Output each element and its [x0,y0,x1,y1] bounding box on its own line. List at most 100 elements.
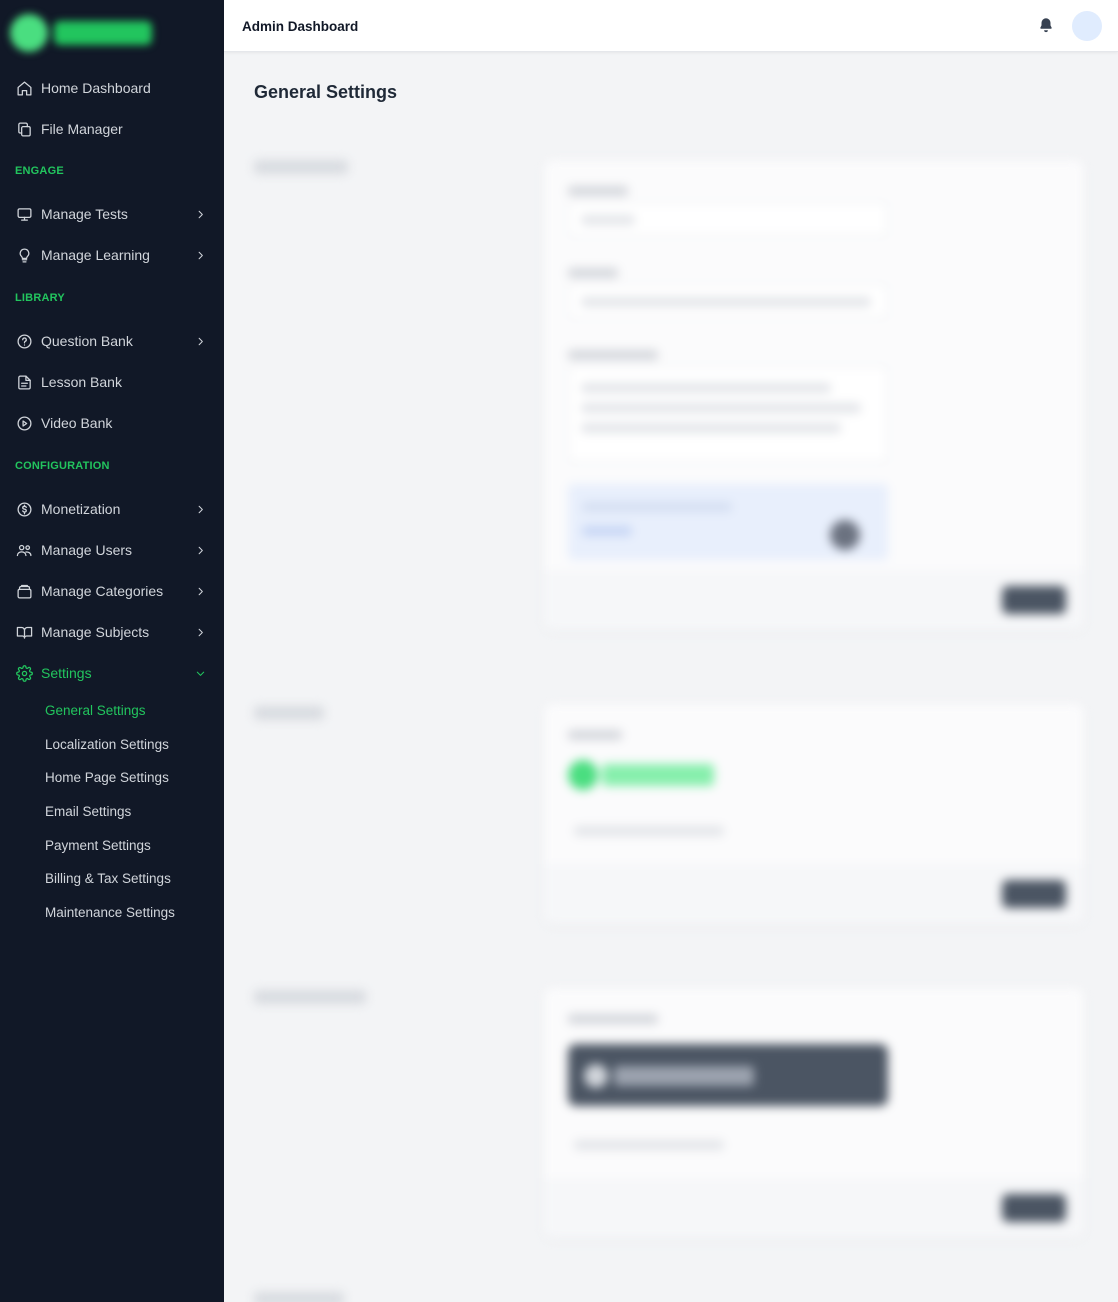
settings-content-blurred [224,52,1118,1302]
chevron-down-icon [196,671,205,676]
chevron-right-icon [198,628,203,636]
sidebar-item-monetization[interactable]: Monetization [0,491,224,527]
chevron-right-icon [198,251,203,259]
play-circle-icon [17,415,32,431]
upload-hint-placeholder [574,1140,724,1150]
text-field[interactable] [568,284,888,318]
monitor-icon [17,207,32,221]
upload-hint-placeholder [574,826,724,836]
sidebar: Home Dashboard File Manager ENGAGE Manag… [0,0,224,1302]
chevron-right-icon [198,337,203,345]
help-circle-icon [17,333,32,349]
settings-card [544,704,1084,924]
section-label-engage: ENGAGE [15,165,64,177]
sidebar-item-label: Monetization [41,501,121,517]
sidebar-item-manage-subjects[interactable]: Manage Subjects [0,614,224,650]
dollar-circle-icon [17,501,32,517]
settings-card [544,160,1084,630]
text-field[interactable] [568,202,888,236]
submenu-home-page-settings[interactable]: Home Page Settings [45,770,169,785]
logo-preview-icon [584,1064,608,1088]
book-open-icon [16,626,33,639]
sidebar-item-video-bank[interactable]: Video Bank [0,405,224,441]
chevron-right-icon [198,546,203,554]
chevron-right-icon [198,210,203,218]
sidebar-item-label: Home Dashboard [41,80,151,96]
save-button[interactable] [1002,1194,1066,1222]
copy-icon [18,121,31,137]
info-text-placeholder [582,502,732,512]
logo-preview-wordmark [602,764,714,786]
file-text-icon [18,374,31,390]
submenu-email-settings[interactable]: Email Settings [45,804,131,819]
sidebar-item-question-bank[interactable]: Question Bank [0,323,224,359]
field-label-placeholder [568,730,622,740]
sidebar-item-label: Lesson Bank [41,374,122,390]
card-footer [544,864,1084,924]
card-footer [544,1178,1084,1238]
submenu-payment-settings[interactable]: Payment Settings [45,838,151,853]
field-label-placeholder [568,268,618,278]
submenu-general-settings[interactable]: General Settings [45,703,146,718]
submenu-billing-tax-settings[interactable]: Billing & Tax Settings [45,871,171,886]
logo-icon [10,14,48,52]
gear-icon [16,664,33,682]
sidebar-item-file-manager[interactable]: File Manager [0,111,224,147]
sidebar-item-label: Manage Categories [41,583,164,599]
section-heading-placeholder [254,1292,344,1302]
save-button[interactable] [1002,880,1066,908]
info-box [568,484,888,560]
sidebar-item-home-dashboard[interactable]: Home Dashboard [0,70,224,106]
sidebar-item-manage-tests[interactable]: Manage Tests [0,196,224,232]
section-heading-placeholder [254,160,348,174]
section-label-configuration: CONFIGURATION [15,460,110,472]
submenu-maintenance-settings[interactable]: Maintenance Settings [45,905,175,920]
sidebar-item-label: Manage Users [41,542,133,558]
submenu-localization-settings[interactable]: Localization Settings [45,737,169,752]
sidebar-item-label: Question Bank [41,333,133,349]
sidebar-item-manage-categories[interactable]: Manage Categories [0,573,224,609]
layers-icon [17,584,32,599]
bell-icon[interactable] [1037,16,1055,34]
logo-preview-wordmark [614,1066,754,1086]
sidebar-item-label: Video Bank [41,415,113,431]
field-value-placeholder [581,215,635,225]
toggle-knob[interactable] [830,520,860,550]
field-label-placeholder [568,1014,658,1024]
textarea-line-placeholder [581,403,861,413]
avatar[interactable] [1072,11,1102,41]
sidebar-item-label: File Manager [41,121,123,137]
chevron-right-icon [198,587,203,595]
field-label-placeholder [568,186,628,196]
users-icon [16,544,32,556]
sidebar-item-lesson-bank[interactable]: Lesson Bank [0,364,224,400]
sidebar-item-label: Manage Tests [41,206,128,222]
app-logo[interactable] [10,12,152,54]
sidebar-item-label: Settings [41,665,92,681]
dark-logo-preview [568,1044,888,1106]
sidebar-item-settings[interactable]: Settings [0,655,224,691]
card-footer [544,570,1084,630]
info-link-placeholder[interactable] [582,526,632,536]
save-button[interactable] [1002,586,1066,614]
textarea-line-placeholder [581,383,831,393]
textarea-line-placeholder [581,423,841,433]
logo-wordmark [54,21,152,45]
sidebar-item-label: Manage Learning [41,247,150,263]
chevron-right-icon [198,505,203,513]
top-header: Admin Dashboard [224,0,1118,52]
field-label-placeholder [568,350,658,360]
sidebar-item-manage-learning[interactable]: Manage Learning [0,237,224,273]
logo-preview-icon [568,760,598,790]
sidebar-item-label: Manage Subjects [41,624,150,640]
home-icon [17,80,32,96]
field-value-placeholder [581,297,871,307]
header-title: Admin Dashboard [242,19,359,34]
section-label-library: LIBRARY [15,292,65,304]
settings-card [544,988,1084,1238]
lightbulb-icon [19,247,30,263]
textarea[interactable] [568,366,888,462]
section-heading-placeholder [254,706,324,720]
sidebar-item-manage-users[interactable]: Manage Users [0,532,224,568]
section-heading-placeholder [254,990,366,1004]
